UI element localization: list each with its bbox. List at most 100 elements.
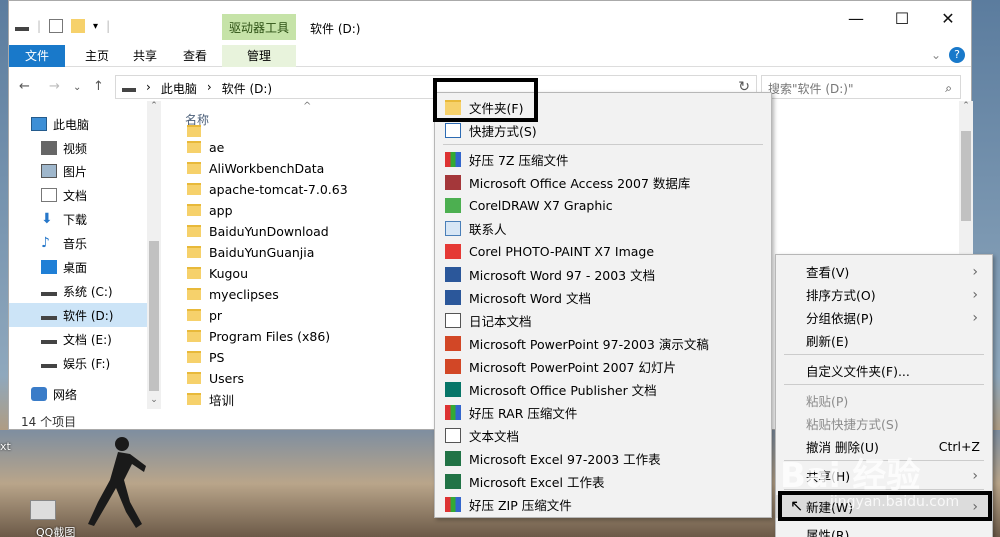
- title-bar[interactable]: | ▾ | 驱动器工具 软件 (D:) — ☐ ✕: [9, 1, 971, 45]
- menu-item-new-rar[interactable]: 好压 RAR 压缩文件: [435, 401, 771, 424]
- file-row[interactable]: app: [187, 200, 233, 220]
- runner-silhouette: [88, 437, 146, 528]
- window-title: 软件 (D:): [310, 22, 361, 36]
- folder-icon: [187, 125, 201, 137]
- ribbon-tabs: 文件 主页 共享 查看 管理 ⌄ ?: [9, 45, 971, 67]
- nav-item-desktop[interactable]: 桌面: [41, 256, 87, 278]
- minimize-button[interactable]: —: [833, 9, 879, 28]
- menu-item-new-ppt[interactable]: Microsoft PowerPoint 2007 幻灯片: [435, 355, 771, 378]
- tab-manage[interactable]: 管理: [222, 45, 296, 67]
- drive-icon[interactable]: [15, 21, 29, 31]
- tab-file[interactable]: 文件: [9, 45, 65, 67]
- scroll-up-icon[interactable]: ⌃: [959, 101, 973, 115]
- nav-item-music[interactable]: ♪ 音乐: [41, 232, 87, 254]
- excel-icon: [445, 451, 461, 466]
- recent-dropdown-icon[interactable]: ⌄: [73, 82, 81, 93]
- menu-item-new-journal[interactable]: 日记本文档: [435, 309, 771, 332]
- desktop-icon: [41, 260, 57, 274]
- file-row[interactable]: myeclipses: [187, 284, 279, 304]
- help-icon[interactable]: ?: [949, 47, 965, 63]
- tab-view[interactable]: 查看: [171, 45, 219, 67]
- scroll-thumb[interactable]: [961, 131, 971, 221]
- file-row[interactable]: 培训: [187, 389, 234, 409]
- menu-item-new-word97[interactable]: Microsoft Word 97 - 2003 文档: [435, 263, 771, 286]
- nav-item-documents[interactable]: 文档: [41, 184, 87, 206]
- desktop-text-xt: xt: [0, 440, 11, 453]
- file-row[interactable]: AliWorkbenchData: [187, 158, 324, 178]
- search-input[interactable]: 搜索"软件 (D:)" ⌕: [761, 75, 961, 99]
- contact-icon: [445, 221, 461, 236]
- menu-item-new-ppt97[interactable]: Microsoft PowerPoint 97-2003 演示文稿: [435, 332, 771, 355]
- context-item-paste-shortcut[interactable]: 粘贴快捷方式(S): [776, 412, 992, 435]
- menu-item-new-access[interactable]: Microsoft Office Access 2007 数据库: [435, 171, 771, 194]
- properties-icon[interactable]: [49, 19, 64, 33]
- menu-item-new-coreldraw[interactable]: CorelDRAW X7 Graphic: [435, 194, 771, 217]
- menu-item-new-publisher[interactable]: Microsoft Office Publisher 文档: [435, 378, 771, 401]
- nav-item-network[interactable]: 网络: [31, 383, 77, 405]
- maximize-button[interactable]: ☐: [879, 9, 925, 28]
- nav-item-drive-d[interactable]: 软件 (D:): [41, 304, 113, 326]
- folder-icon: [187, 288, 201, 300]
- context-item-sort[interactable]: 排序方式(O) ›: [776, 283, 992, 306]
- file-row[interactable]: PS: [187, 347, 224, 367]
- menu-item-new-7z[interactable]: 好压 7Z 压缩文件: [435, 148, 771, 171]
- nav-item-pictures[interactable]: 图片: [41, 160, 87, 182]
- menu-item-new-text[interactable]: 文本文档: [435, 424, 771, 447]
- caption-buttons: — ☐ ✕: [833, 9, 971, 28]
- file-row[interactable]: BaiduYunGuanjia: [187, 242, 314, 262]
- nav-item-drive-e[interactable]: 文档 (E:): [41, 328, 112, 350]
- drive-icon: [122, 82, 136, 92]
- menu-item-new-excel[interactable]: Microsoft Excel 工作表: [435, 470, 771, 493]
- expand-ribbon-icon[interactable]: ⌄: [931, 48, 941, 62]
- context-item-group[interactable]: 分组依据(P) ›: [776, 306, 992, 329]
- menu-item-new-photopaint[interactable]: Corel PHOTO-PAINT X7 Image: [435, 240, 771, 263]
- nav-scrollbar[interactable]: ⌃ ⌄: [147, 101, 161, 409]
- file-row[interactable]: pr: [187, 305, 222, 325]
- folder-icon: [187, 162, 201, 174]
- context-item-properties[interactable]: 属性(R): [776, 523, 992, 537]
- breadcrumb-drive-d[interactable]: 软件 (D:): [222, 80, 272, 97]
- customize-qat-icon[interactable]: ▾: [93, 21, 98, 32]
- shortcut-icon: [445, 123, 461, 138]
- nav-item-drive-c[interactable]: 系统 (C:): [41, 280, 113, 302]
- new-folder-icon[interactable]: [71, 19, 86, 33]
- desktop-file-icon[interactable]: [30, 500, 56, 520]
- folder-icon: [187, 309, 201, 321]
- nav-item-this-pc[interactable]: 此电脑: [31, 113, 89, 135]
- file-row[interactable]: Users: [187, 368, 244, 388]
- tab-home[interactable]: 主页: [73, 45, 121, 67]
- menu-item-new-zip[interactable]: 好压 ZIP 压缩文件: [435, 493, 771, 516]
- menu-item-new-shortcut[interactable]: 快捷方式(S): [435, 119, 771, 142]
- desktop-icon-label[interactable]: QQ截图: [36, 524, 75, 537]
- up-arrow-icon[interactable]: ↑: [93, 79, 104, 94]
- scroll-down-icon[interactable]: ⌄: [147, 395, 161, 409]
- music-icon: ♪: [41, 235, 50, 251]
- file-row[interactable]: Kugou: [187, 263, 248, 283]
- nav-item-drive-f[interactable]: 娱乐 (F:): [41, 352, 110, 374]
- text-icon: [445, 428, 461, 443]
- file-row[interactable]: BaiduYunDownload: [187, 221, 329, 241]
- menu-item-new-word[interactable]: Microsoft Word 文档: [435, 286, 771, 309]
- back-arrow-icon[interactable]: ←: [19, 79, 30, 94]
- submenu-arrow-icon: ›: [972, 286, 978, 303]
- file-row[interactable]: apache-tomcat-7.0.63: [187, 179, 348, 199]
- tab-share[interactable]: 共享: [121, 45, 169, 67]
- scroll-thumb[interactable]: [149, 241, 159, 391]
- context-item-customize[interactable]: 自定义文件夹(F)...: [776, 359, 992, 382]
- nav-item-downloads[interactable]: ⬇ 下载: [41, 208, 87, 230]
- breadcrumb-this-pc[interactable]: 此电脑: [161, 80, 197, 97]
- scroll-up-icon[interactable]: ⌃: [147, 101, 161, 115]
- file-row[interactable]: Program Files (x86): [187, 326, 330, 346]
- context-item-view[interactable]: 查看(V) ›: [776, 260, 992, 283]
- forward-arrow-icon[interactable]: →: [49, 79, 60, 94]
- breadcrumb-separator: ›: [146, 80, 151, 94]
- context-item-paste[interactable]: 粘贴(P): [776, 389, 992, 412]
- file-row[interactable]: ae: [187, 137, 224, 157]
- context-item-refresh[interactable]: 刷新(E): [776, 329, 992, 352]
- nav-item-videos[interactable]: 视频: [41, 137, 87, 159]
- publisher-icon: [445, 382, 461, 397]
- menu-item-new-excel97[interactable]: Microsoft Excel 97-2003 工作表: [435, 447, 771, 470]
- menu-item-new-contact[interactable]: 联系人: [435, 217, 771, 240]
- close-button[interactable]: ✕: [925, 9, 971, 28]
- folder-icon: [187, 183, 201, 195]
